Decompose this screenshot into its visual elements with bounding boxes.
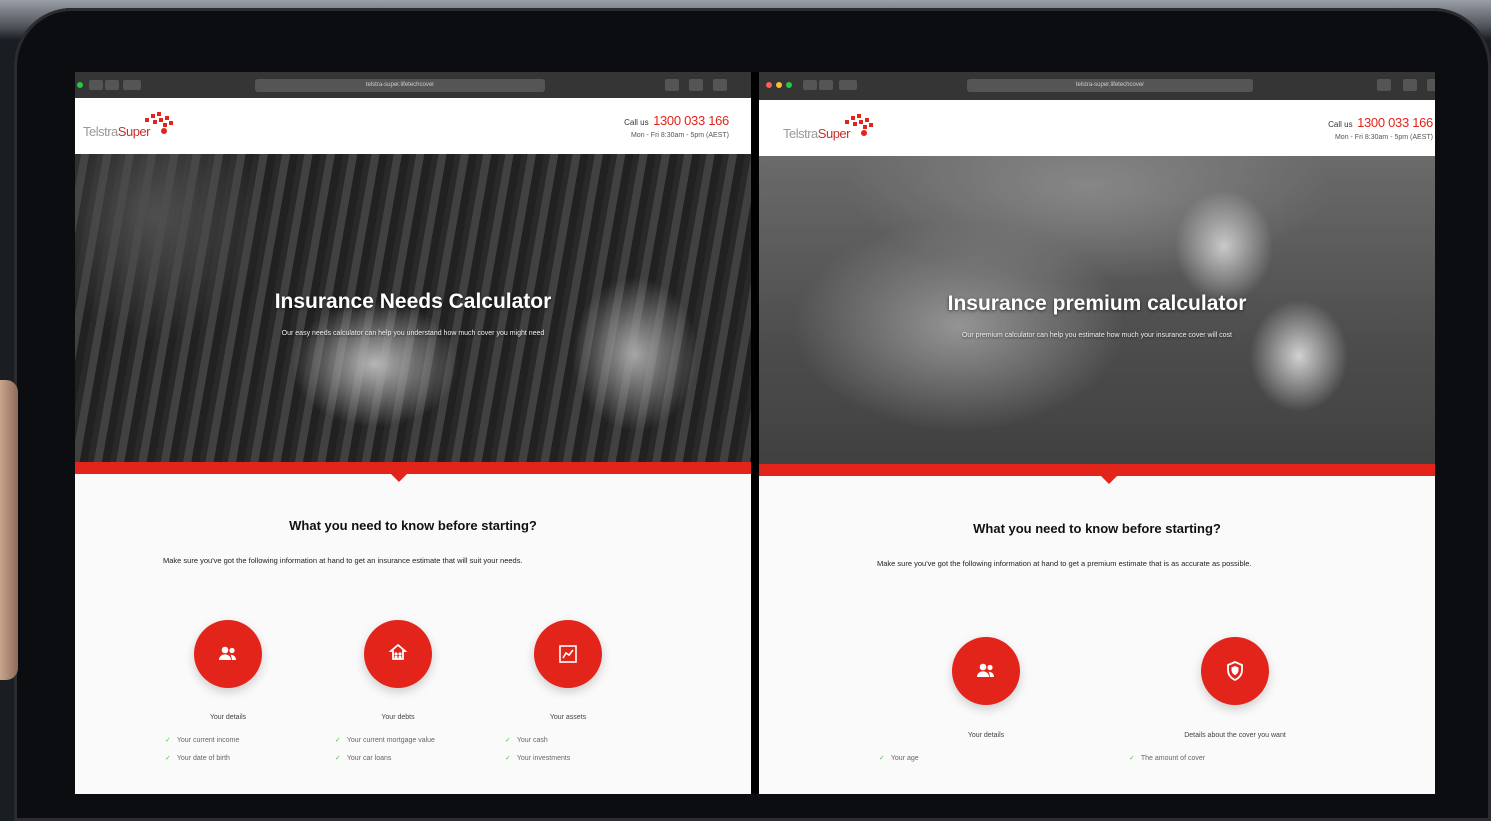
check-icon: ✓ bbox=[505, 737, 511, 744]
site-header: TelstraSuper Call us 1300 033 166 Mon - … bbox=[759, 100, 1435, 156]
address-bar[interactable]: telstra-super.lifetechcover bbox=[255, 79, 545, 92]
check-icon: ✓ bbox=[335, 755, 341, 762]
details-card-icon bbox=[194, 620, 262, 688]
new-tab-button[interactable] bbox=[1403, 79, 1417, 91]
hero-divider-bar bbox=[75, 462, 751, 474]
cover-card-icon bbox=[1201, 637, 1269, 705]
hero-title: Insurance Needs Calculator bbox=[274, 290, 552, 313]
window-close-button[interactable] bbox=[766, 82, 772, 88]
hero-divider-bar bbox=[759, 464, 1435, 476]
check-icon: ✓ bbox=[165, 737, 171, 744]
details-card-label: Your details bbox=[967, 732, 1005, 739]
debts-card-icon bbox=[364, 620, 432, 688]
section-title: What you need to know before starting? bbox=[289, 518, 537, 533]
hero-subtitle: Our easy needs calculator can help you u… bbox=[281, 330, 545, 337]
business-hours: Mon - Fri 8:30am - 5pm (AEST) bbox=[630, 132, 729, 139]
check-item: ✓ Your age bbox=[879, 755, 919, 762]
browser-window-right: telstra-super.lifetechcover TelstraSuper… bbox=[759, 72, 1435, 794]
window-minimize-button[interactable] bbox=[776, 82, 782, 88]
check-item: ✓ Your current income bbox=[165, 737, 240, 744]
forward-button[interactable] bbox=[819, 80, 833, 90]
tabs-button[interactable] bbox=[713, 79, 727, 91]
logo-brand-accent: Super bbox=[117, 124, 151, 139]
window-zoom-button[interactable] bbox=[786, 82, 792, 88]
divider-notch bbox=[1101, 476, 1117, 484]
check-item: ✓ Your current mortgage value bbox=[335, 737, 435, 744]
check-icon: ✓ bbox=[335, 737, 341, 744]
check-item: ✓ Your car loans bbox=[335, 755, 392, 762]
logo-dot-icon bbox=[861, 130, 867, 136]
chart-icon bbox=[559, 645, 577, 663]
logo-brand: Telstra bbox=[783, 126, 818, 141]
telstra-super-logo[interactable]: TelstraSuper bbox=[783, 112, 883, 142]
check-item: ✓ Your investments bbox=[505, 755, 571, 762]
assets-card-label: Your assets bbox=[549, 714, 587, 721]
users-icon bbox=[219, 646, 236, 660]
divider-notch bbox=[391, 474, 407, 482]
call-us-block: Call us 1300 033 166 Mon - Fri 8:30am - … bbox=[1328, 114, 1433, 141]
check-icon: ✓ bbox=[165, 755, 171, 762]
check-icon: ✓ bbox=[505, 755, 511, 762]
browser-toolbar: telstra-super.lifetechcover bbox=[759, 72, 1435, 100]
hero-banner: Insurance premium calculator Our premium… bbox=[759, 156, 1435, 464]
check-item: ✓ Your cash bbox=[505, 737, 548, 744]
site-header: TelstraSuper Call us 1300 033 166 Mon - … bbox=[75, 98, 751, 154]
call-label: Call us bbox=[1328, 120, 1353, 129]
back-button[interactable] bbox=[803, 80, 817, 90]
check-icon: ✓ bbox=[1129, 755, 1135, 762]
forward-button[interactable] bbox=[105, 80, 119, 90]
telstra-super-logo[interactable]: TelstraSuper bbox=[83, 110, 183, 140]
check-icon: ✓ bbox=[879, 755, 885, 762]
sidebar-button[interactable] bbox=[839, 80, 857, 90]
shield-icon bbox=[1227, 661, 1243, 682]
details-card-icon bbox=[952, 637, 1020, 705]
section-description: Make sure you've got the following infor… bbox=[163, 556, 523, 565]
users-icon bbox=[977, 663, 994, 677]
hand-edge bbox=[0, 380, 18, 680]
cover-card-label: Details about the cover you want bbox=[1184, 732, 1286, 739]
section-title: What you need to know before starting? bbox=[973, 521, 1221, 536]
call-us-block: Call us 1300 033 166 Mon - Fri 8:30am - … bbox=[624, 112, 729, 139]
hero-title: Insurance premium calculator bbox=[947, 292, 1247, 315]
check-item: ✓ The amount of cover bbox=[1129, 755, 1206, 762]
check-item: ✓ Your date of birth bbox=[165, 755, 230, 762]
sidebar-button[interactable] bbox=[123, 80, 141, 90]
tabs-button[interactable] bbox=[1427, 79, 1435, 91]
logo-brand: Telstra bbox=[83, 124, 118, 139]
share-button[interactable] bbox=[1377, 79, 1391, 91]
tablet-screen: telstra-super.lifetechcover TelstraSuper… bbox=[75, 72, 1435, 794]
details-card-label: Your details bbox=[209, 714, 247, 721]
hero-banner: Insurance Needs Calculator Our easy need… bbox=[75, 154, 751, 462]
address-bar[interactable]: telstra-super.lifetechcover bbox=[967, 79, 1253, 92]
new-tab-button[interactable] bbox=[689, 79, 703, 91]
debts-card-label: Your debts bbox=[381, 714, 415, 721]
family-icon bbox=[388, 643, 408, 660]
phone-number-link[interactable]: 1300 033 166 bbox=[1357, 115, 1433, 130]
logo-dot-icon bbox=[161, 128, 167, 134]
call-label: Call us bbox=[624, 118, 649, 127]
logo-brand-accent: Super bbox=[817, 126, 851, 141]
business-hours: Mon - Fri 8:30am - 5pm (AEST) bbox=[1334, 134, 1433, 141]
phone-number-link[interactable]: 1300 033 166 bbox=[653, 113, 729, 128]
section-description: Make sure you've got the following infor… bbox=[877, 559, 1252, 568]
browser-window-left: telstra-super.lifetechcover TelstraSuper… bbox=[75, 72, 751, 794]
browser-toolbar: telstra-super.lifetechcover bbox=[75, 72, 751, 98]
share-button[interactable] bbox=[665, 79, 679, 91]
window-zoom-button[interactable] bbox=[77, 82, 83, 88]
assets-card-icon bbox=[534, 620, 602, 688]
back-button[interactable] bbox=[89, 80, 103, 90]
hero-subtitle: Our premium calculator can help you esti… bbox=[961, 332, 1232, 339]
